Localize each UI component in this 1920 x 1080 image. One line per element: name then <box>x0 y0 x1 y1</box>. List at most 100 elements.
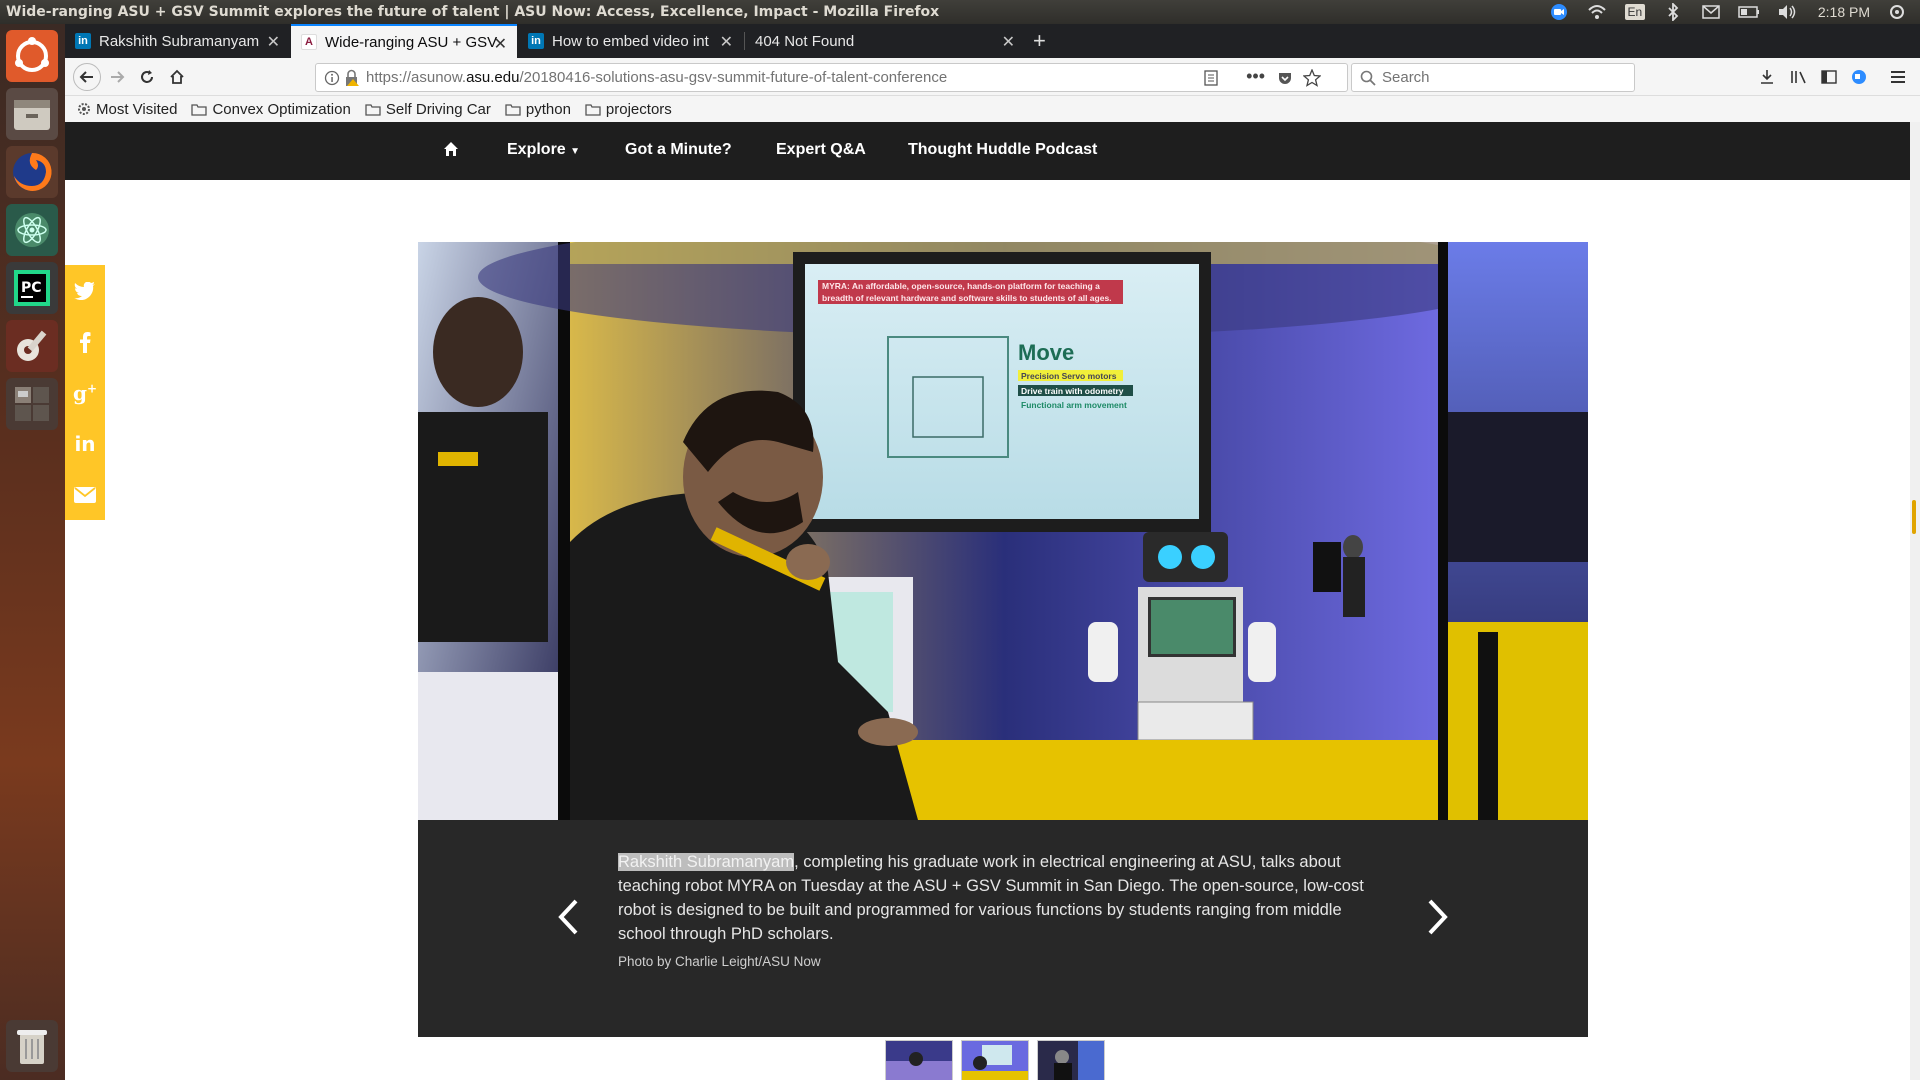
caret-down-icon: ▼ <box>570 146 581 157</box>
clock[interactable]: 2:18 PM <box>1818 4 1870 20</box>
site-info-icon[interactable] <box>324 70 340 90</box>
tab-rakshith-linkedin[interactable]: in Rakshith Subramanyam ✕ <box>65 24 290 58</box>
page-scrollbar[interactable] <box>1910 122 1920 1080</box>
volume-icon[interactable] <box>1776 1 1798 23</box>
email-share-icon[interactable] <box>65 469 105 520</box>
keyboard-layout-indicator[interactable]: En <box>1624 1 1646 23</box>
web-page-content: Explore ▼ Got a Minute? Expert Q&A Thoug… <box>65 122 1910 1080</box>
browser-navigation-bar: https://asunow.asu.edu/20180416-solution… <box>65 58 1920 96</box>
workspace-switcher-icon[interactable] <box>6 378 58 430</box>
pocket-icon[interactable] <box>1277 70 1293 90</box>
bookmark-most-visited[interactable]: Most Visited <box>77 101 177 118</box>
nav-thought-huddle-podcast[interactable]: Thought Huddle Podcast <box>908 141 1097 159</box>
system-settings-icon[interactable] <box>6 320 58 372</box>
mail-icon[interactable] <box>1700 1 1722 23</box>
gear-icon <box>78 103 90 115</box>
reload-button[interactable] <box>135 65 159 89</box>
nav-explore[interactable]: Explore ▼ <box>507 141 580 159</box>
twitter-icon[interactable] <box>65 265 105 316</box>
downloads-button[interactable] <box>1755 65 1779 89</box>
slide-thumbnail[interactable] <box>885 1040 953 1080</box>
chevron-right-icon <box>1428 899 1448 935</box>
atom-icon[interactable] <box>6 204 58 256</box>
slide-thumbnail[interactable] <box>1037 1040 1105 1080</box>
back-arrow-icon <box>79 71 93 83</box>
unity-launcher: PC <box>0 24 65 1080</box>
next-slide-button[interactable] <box>1418 892 1458 942</box>
power-gear-icon[interactable] <box>1886 1 1908 23</box>
bluetooth-icon[interactable] <box>1662 1 1684 23</box>
pycharm-icon[interactable]: PC <box>6 262 58 314</box>
slide-thumbnails <box>885 1040 1105 1080</box>
linkedin-share-icon[interactable]: in <box>65 418 105 469</box>
zoom-indicator-icon[interactable] <box>1548 1 1570 23</box>
trash-icon[interactable] <box>6 1020 58 1072</box>
extension-button[interactable] <box>1847 65 1871 89</box>
facebook-icon[interactable] <box>65 316 105 367</box>
search-icon <box>1360 70 1376 90</box>
linkedin-icon: in <box>528 33 544 49</box>
extension-icon <box>1852 70 1866 84</box>
firefox-icon[interactable] <box>6 146 58 198</box>
wifi-icon[interactable] <box>1586 1 1608 23</box>
nav-got-a-minute[interactable]: Got a Minute? <box>625 141 732 159</box>
tab-asu-now[interactable]: A Wide-ranging ASU + GSV ✕ <box>291 24 517 58</box>
ubuntu-dash-icon[interactable] <box>6 30 58 82</box>
photo-slideshow: MYRA: An affordable, open-source, hands-… <box>418 242 1588 1037</box>
lock-warning-icon[interactable] <box>344 69 360 91</box>
library-button[interactable] <box>1787 65 1811 89</box>
folder-icon <box>505 103 521 116</box>
files-icon[interactable] <box>6 88 58 140</box>
folder-icon <box>365 103 381 116</box>
page-actions-icon[interactable]: ••• <box>1246 66 1265 87</box>
close-tab-icon[interactable]: ✕ <box>720 32 733 52</box>
slide-caption-area: Rakshith Subramanyam, completing his gra… <box>418 820 1588 1037</box>
battery-icon[interactable] <box>1738 1 1760 23</box>
reload-icon <box>141 70 153 83</box>
svg-text:Move: Move <box>1018 340 1074 365</box>
svg-text:PC: PC <box>21 280 42 296</box>
home-icon <box>444 142 458 156</box>
system-top-bar: Wide-ranging ASU + GSV Summit explores t… <box>0 0 1920 24</box>
svg-text:Functional arm movement: Functional arm movement <box>1021 400 1127 410</box>
url-bar[interactable]: https://asunow.asu.edu/20180416-solution… <box>315 63 1348 92</box>
window-title: Wide-ranging ASU + GSV Summit explores t… <box>6 4 940 20</box>
url-text: https://asunow.asu.edu/20180416-solution… <box>366 69 948 86</box>
reader-view-icon[interactable] <box>1203 70 1219 90</box>
tab-404[interactable]: 404 Not Found ✕ <box>745 24 1025 58</box>
sidebar-button[interactable] <box>1817 65 1841 89</box>
slide-photo: MYRA: An affordable, open-source, hands-… <box>418 242 1588 820</box>
bookmark-star-icon[interactable] <box>1302 68 1322 91</box>
slide-thumbnail[interactable] <box>961 1040 1029 1080</box>
forward-button[interactable] <box>105 65 129 89</box>
bookmark-folder-projectors[interactable]: projectors <box>585 101 672 118</box>
menu-button[interactable] <box>1886 65 1910 89</box>
back-button[interactable] <box>73 63 101 91</box>
home-nav-link[interactable] <box>443 141 459 162</box>
scrollbar-thumb[interactable] <box>1912 500 1916 534</box>
downloads-icon <box>1761 70 1773 84</box>
svg-text:breadth of relevant hardware a: breadth of relevant hardware and softwar… <box>822 293 1112 303</box>
bookmark-folder-convex-optimization[interactable]: Convex Optimization <box>191 101 351 118</box>
folder-icon <box>585 103 601 116</box>
bookmark-folder-self-driving-car[interactable]: Self Driving Car <box>365 101 491 118</box>
new-tab-button[interactable]: + <box>1033 28 1046 54</box>
hamburger-menu-icon <box>1891 71 1905 83</box>
nav-expert-qa[interactable]: Expert Q&A <box>776 141 866 159</box>
close-tab-icon[interactable]: ✕ <box>494 34 507 54</box>
close-tab-icon[interactable]: ✕ <box>267 32 280 52</box>
svg-text:MYRA: An affordable, open-sour: MYRA: An affordable, open-source, hands-… <box>822 281 1100 291</box>
close-tab-icon[interactable]: ✕ <box>1002 32 1015 52</box>
search-input[interactable]: Search <box>1351 63 1635 92</box>
previous-slide-button[interactable] <box>548 892 588 942</box>
google-plus-icon[interactable]: g+ <box>65 367 105 418</box>
bookmark-folder-python[interactable]: python <box>505 101 571 118</box>
site-navigation: Explore ▼ Got a Minute? Expert Q&A Thoug… <box>65 122 1910 180</box>
home-button[interactable] <box>165 65 189 89</box>
forward-arrow-icon <box>111 71 125 83</box>
photo-credit: Photo by Charlie Leight/ASU Now <box>618 954 821 969</box>
asu-icon: A <box>301 34 317 50</box>
slide-caption: Rakshith Subramanyam, completing his gra… <box>618 850 1378 946</box>
library-icon <box>1791 71 1806 84</box>
tab-embed-video[interactable]: in How to embed video int ✕ <box>518 24 743 58</box>
